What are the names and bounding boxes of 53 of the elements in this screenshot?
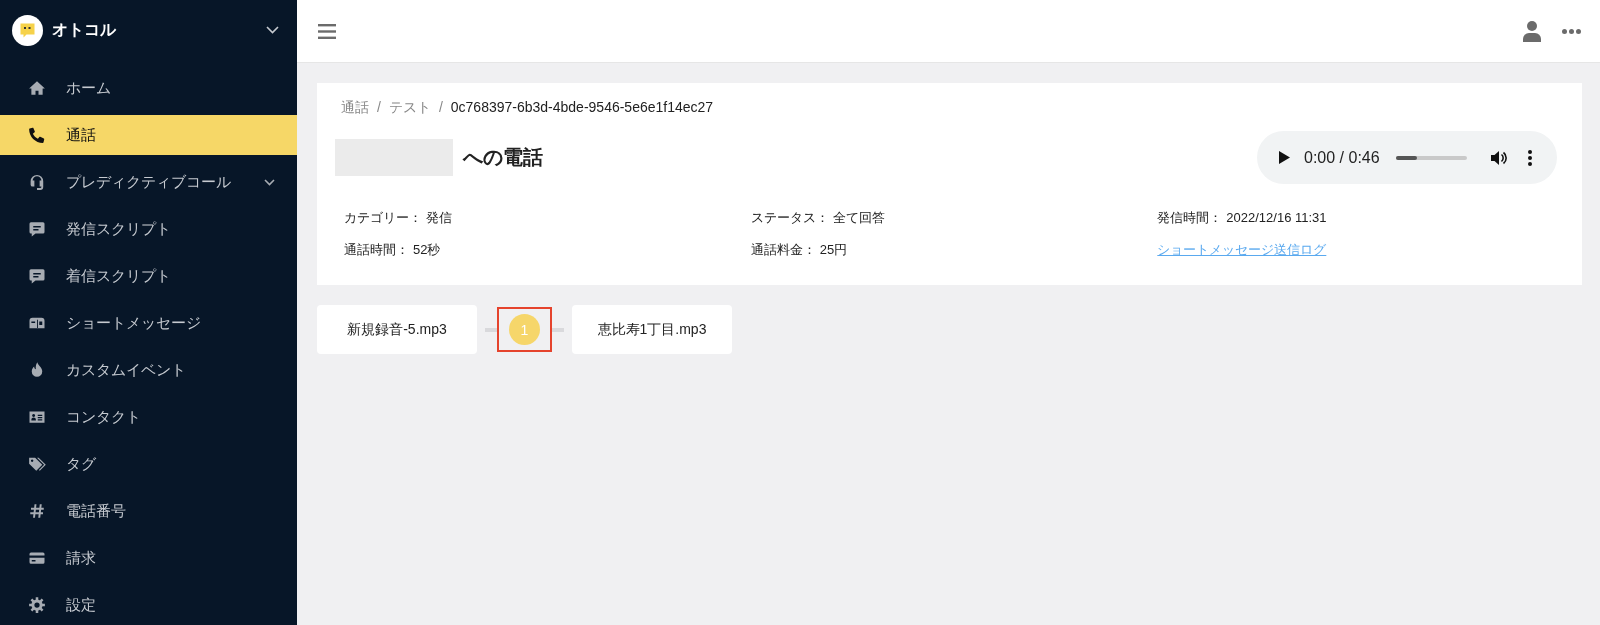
sidebar-item[interactable]: 発信スクリプト <box>0 209 297 249</box>
phone-icon <box>28 126 46 144</box>
breadcrumb-separator: / <box>377 98 381 117</box>
sidebar-item[interactable]: ホーム <box>0 68 297 108</box>
gear-icon <box>28 596 46 614</box>
playback-time: 0:00 / 0:46 <box>1304 148 1380 167</box>
detail-label: 通話時間： <box>344 241 409 259</box>
detail-label: ステータス： <box>750 209 829 227</box>
chat-bubble-icon <box>28 267 46 285</box>
sidebar-item[interactable]: タグ <box>0 444 297 484</box>
audio-file-node: 恵比寿1丁目.mp3 <box>572 305 732 354</box>
detail-label: 発信時間： <box>1157 209 1223 227</box>
step-marker: 1 <box>509 314 540 345</box>
progress-track[interactable] <box>1395 155 1467 160</box>
more-vertical-icon[interactable] <box>1527 149 1532 166</box>
volume-icon[interactable] <box>1490 149 1507 166</box>
sidebar-item[interactable]: 電話番号 <box>0 491 297 531</box>
chevron-down-icon[interactable] <box>266 26 279 34</box>
detail-value: 2022/12/16 11:31 <box>1226 209 1327 227</box>
detail-value: 25円 <box>819 241 848 259</box>
headset-icon <box>28 173 46 191</box>
hash-icon <box>28 502 46 520</box>
more-icon[interactable] <box>1562 28 1581 34</box>
credit-card-icon <box>28 549 46 567</box>
sidebar-item[interactable]: ショートメッセージ <box>0 303 297 343</box>
breadcrumb-separator: / <box>438 98 443 117</box>
breadcrumb-link[interactable]: 通話 <box>341 97 369 117</box>
call-title: への電話 <box>463 145 543 170</box>
sidebar-item[interactable]: 請求 <box>0 538 297 578</box>
brand-name: オトコル <box>52 19 116 40</box>
detail-label: 通話料金： <box>750 241 816 259</box>
tags-icon <box>28 455 46 473</box>
sidebar-item[interactable]: 設定 <box>0 585 297 625</box>
chevron-down-icon <box>264 178 275 186</box>
id-card-icon <box>28 408 46 426</box>
audio-file-node: 新規録音-5.mp3 <box>317 305 477 354</box>
menu-icon[interactable] <box>318 23 336 39</box>
detail-value: 52秒 <box>413 241 441 259</box>
home-icon <box>28 79 46 97</box>
breadcrumb-link[interactable]: テスト <box>388 97 431 117</box>
sidebar-item[interactable]: プレディクティブコール <box>0 162 297 202</box>
detail-label: カテゴリー： <box>344 209 422 227</box>
sidebar-item[interactable]: カスタムイベント <box>0 350 297 390</box>
sidebar-item[interactable]: コンタクト <box>0 397 297 437</box>
detail-value: 全て回答 <box>832 209 885 227</box>
sidebar-item[interactable]: 着信スクリプト <box>0 256 297 296</box>
logo-icon <box>12 14 43 46</box>
sidebar-item[interactable]: 通話 <box>0 115 297 155</box>
detail-value: 発信 <box>426 209 452 227</box>
chat-bubble-icon <box>28 220 46 238</box>
user-icon[interactable] <box>1523 20 1541 42</box>
breadcrumb-current: 0c768397-6b3d-4bde-9546-5e6e1f14ec27 <box>450 98 714 117</box>
play-icon[interactable] <box>1279 151 1290 164</box>
